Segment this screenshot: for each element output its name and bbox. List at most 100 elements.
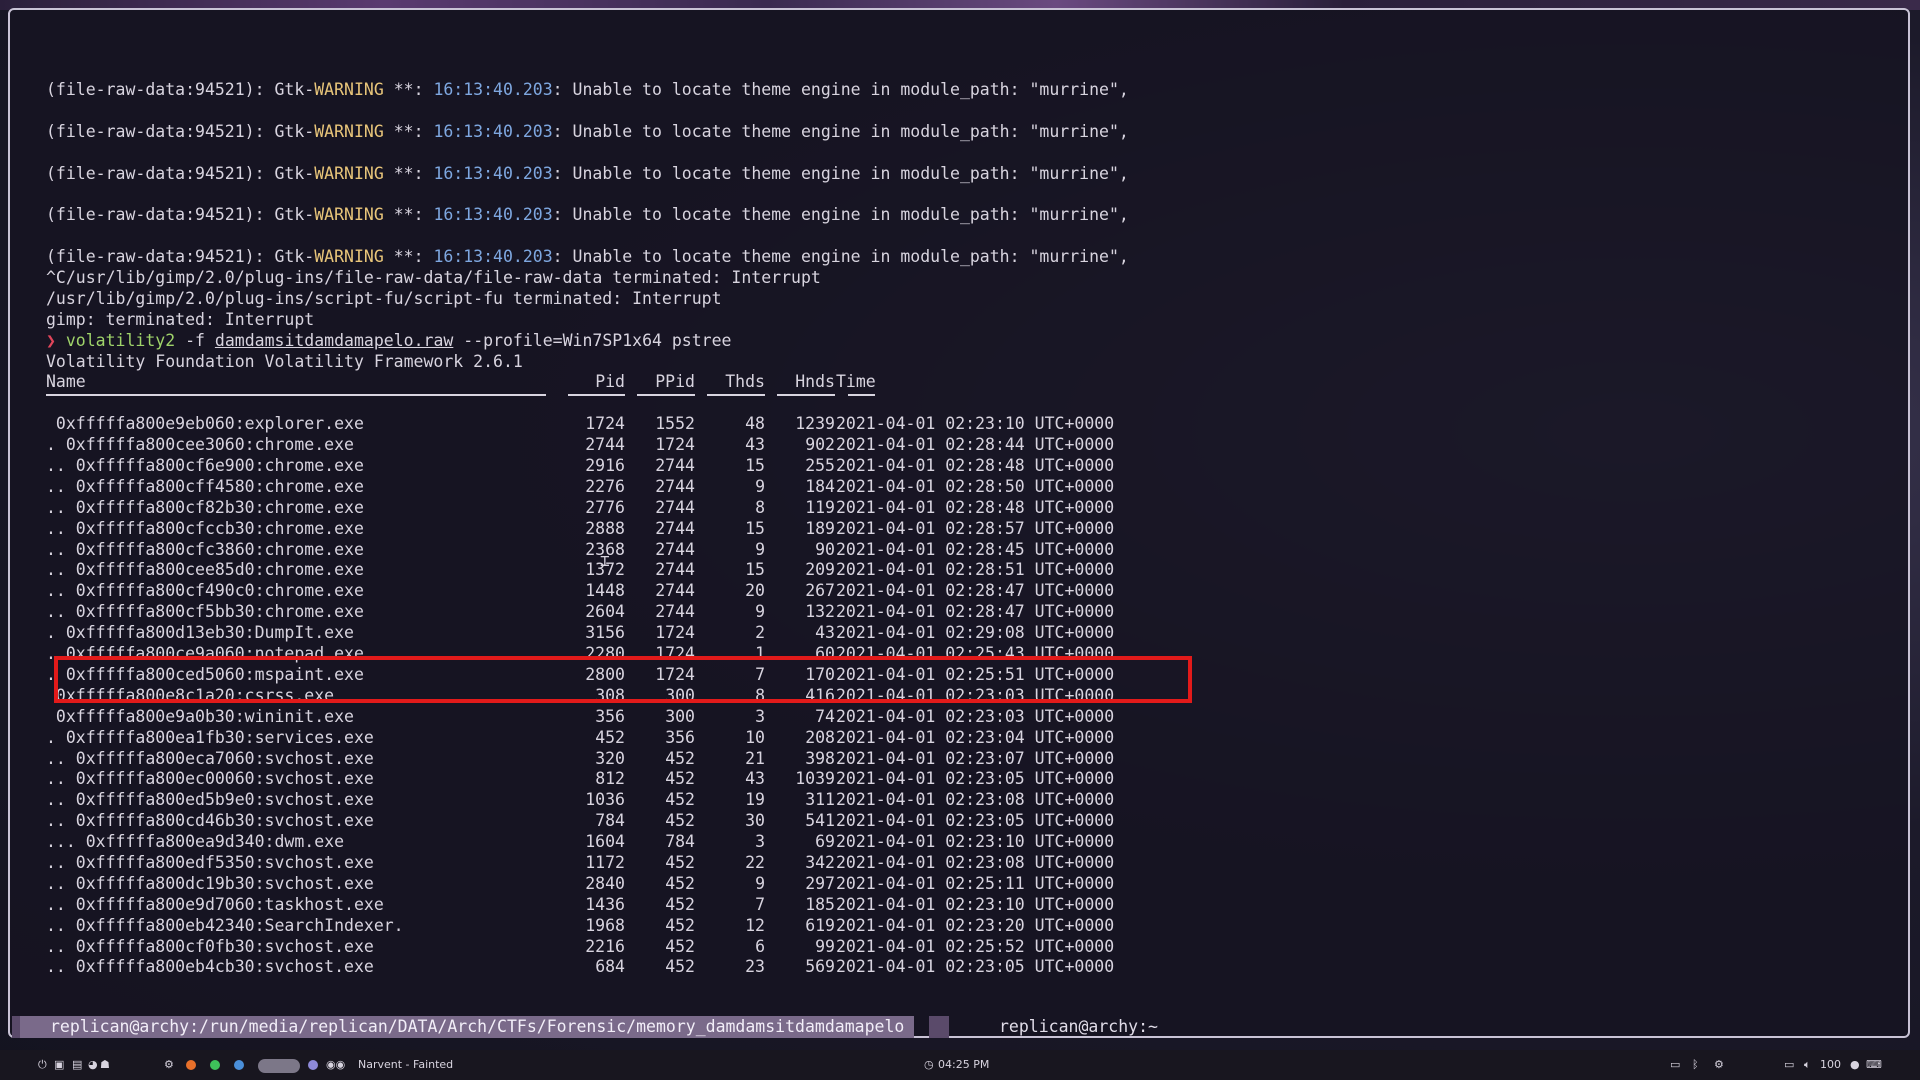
workspace-pill[interactable] [258, 1059, 300, 1073]
table-row: .. 0xfffffa800cfccb30:chrome.exe 2888 2744… [46, 519, 1888, 540]
cell-time: 2021-04-01 02:23:05 UTC+0000 [836, 957, 1115, 977]
warning-message: : Unable to locate theme engine in modul… [552, 163, 1129, 183]
tmux-window-home[interactable]: replican@archy:~ [999, 1016, 1158, 1038]
cell-pid: 784 [595, 811, 625, 831]
terminal-output[interactable]: (file-raw-data:94521): Gtk-WARNING **: 1… [46, 80, 1888, 978]
cell-time: 2021-04-01 02:28:45 UTC+0000 [836, 539, 1115, 559]
cell-hnds: 208 [805, 727, 835, 747]
cell-time: 2021-04-01 02:28:47 UTC+0000 [836, 602, 1115, 622]
table-row: .. 0xfffffa800eb42340:SearchIndexer. 1968… [46, 916, 1888, 937]
clock[interactable]: 04:25 PM [938, 1050, 989, 1080]
warning-time: 16:13:40.203 [433, 205, 553, 225]
cell-name: 0xfffffa800e9eb060:explorer.exe [46, 414, 364, 434]
cell-pid: 812 [595, 769, 625, 789]
discord-icon[interactable] [308, 1050, 321, 1080]
power-icon[interactable]: ⏻ [38, 1050, 47, 1080]
table-row: .. 0xfffffa800cf490c0:chrome.exe 1448 2744… [46, 581, 1888, 602]
header-rule [46, 394, 546, 396]
cell-name: .. 0xfffffa800dc19b30:svchost.exe [46, 873, 374, 893]
table-row: .. 0xfffffa800cfc3860:chrome.exe 2368 2744… [46, 540, 1888, 561]
header-hnds: Hnds [795, 372, 835, 392]
cell-hnds: 1239 [795, 414, 835, 434]
warning-line: (file-raw-data:94521): Gtk-WARNING **: 1… [46, 122, 1888, 143]
command-program: volatility2 [65, 330, 176, 350]
cell-hnds: 43 [815, 623, 835, 643]
firefox-icon[interactable] [186, 1050, 199, 1080]
table-row: .. 0xfffffa800cff4580:chrome.exe 2276 2744… [46, 477, 1888, 498]
table-row: .. 0xfffffa800cf5bb30:chrome.exe 2604 2744… [46, 602, 1888, 623]
cell-name: .. 0xfffffa800cf5bb30:chrome.exe [46, 602, 364, 622]
cell-hnds: 541 [805, 811, 835, 831]
cell-ppid: 784 [665, 832, 695, 852]
text-cursor-icon: ⌶ [600, 551, 610, 570]
cell-hnds: 132 [805, 602, 835, 622]
cell-time: 2021-04-01 02:28:48 UTC+0000 [836, 456, 1115, 476]
warning-prefix: (file-raw-data:94521): Gtk- [46, 163, 315, 183]
cell-pid: 320 [595, 748, 625, 768]
media-controls-icon[interactable]: ◉◉ [326, 1050, 345, 1080]
cell-thds: 15 [745, 456, 765, 476]
cell-thds: 15 [745, 518, 765, 538]
media-title: Narvent - Fainted [358, 1058, 454, 1071]
files-icon[interactable]: ▤ [72, 1050, 82, 1080]
cell-pid: 1036 [585, 790, 625, 810]
vscode-icon[interactable] [234, 1050, 247, 1080]
volume-level: 100 [1820, 1058, 1841, 1071]
cell-name: ... 0xfffffa800ea9d340:dwm.exe [46, 832, 345, 852]
cell-name: .. 0xfffffa800eb4cb30:svchost.exe [46, 957, 374, 977]
window-layout-icon[interactable]: ▣ [54, 1050, 64, 1080]
warning-time: 16:13:40.203 [433, 163, 553, 183]
cell-time: 2021-04-01 02:28:50 UTC+0000 [836, 476, 1115, 496]
header-name: Name [46, 372, 86, 392]
warning-mid: **: [383, 80, 434, 99]
terminal-window[interactable]: (file-raw-data:94521): Gtk-WARNING **: 1… [8, 8, 1910, 1038]
cell-time: 2021-04-01 02:23:04 UTC+0000 [836, 727, 1115, 747]
cell-pid: 1172 [585, 852, 625, 872]
spotify-icon[interactable] [210, 1050, 223, 1080]
cell-thds: 7 [755, 894, 765, 914]
cell-time: 2021-04-01 02:29:08 UTC+0000 [836, 623, 1115, 643]
tmux-separator [929, 1016, 949, 1038]
cell-thds: 23 [745, 957, 765, 977]
cell-name: .. 0xfffffa800eca7060:svchost.exe [46, 748, 374, 768]
cell-time: 2021-04-01 02:23:10 UTC+0000 [836, 414, 1115, 434]
volume-icon[interactable]: 🔈︎ [1804, 1050, 1811, 1080]
cell-hnds: 569 [805, 957, 835, 977]
warning-time: 16:13:40.203 [433, 247, 553, 267]
cell-thds: 19 [745, 790, 765, 810]
cell-name: .. 0xfffffa800cfc3860:chrome.exe [46, 539, 364, 559]
palette-icon[interactable]: ◕ [88, 1050, 98, 1080]
network-icon[interactable]: ⚙ [1714, 1050, 1724, 1080]
tmux-window-active[interactable]: replican@archy:/run/media/replican/DATA/… [20, 1016, 915, 1038]
bluetooth-icon[interactable]: ᛒ [1692, 1050, 1699, 1080]
cell-hnds: 189 [805, 518, 835, 538]
cell-hnds: 267 [805, 581, 835, 601]
cell-pid: 1436 [585, 894, 625, 914]
warning-line: (file-raw-data:94521): Gtk-WARNING **: 1… [46, 80, 1888, 101]
cell-thds: 43 [745, 769, 765, 789]
arch-icon[interactable]: ⚙ [164, 1050, 174, 1080]
lock-icon[interactable]: ☗ [100, 1050, 110, 1080]
display-icon[interactable]: ▭ [1670, 1050, 1680, 1080]
cell-ppid: 452 [665, 748, 695, 768]
cell-hnds: 1039 [795, 769, 835, 789]
keyboard-icon[interactable]: ⌨ [1866, 1050, 1882, 1080]
cell-name: .. 0xfffffa800ec00060:svchost.exe [46, 769, 374, 789]
cell-pid: 2216 [585, 936, 625, 956]
cell-ppid: 1724 [655, 435, 695, 455]
command-file: damdamsitdamdamapelo.raw [214, 330, 454, 350]
cell-name: .. 0xfffffa800cff4580:chrome.exe [46, 476, 364, 496]
cell-pid: 2604 [585, 602, 625, 622]
header-pid: Pid [595, 372, 625, 392]
mic-icon[interactable]: ● [1850, 1050, 1860, 1080]
cell-hnds: 185 [805, 894, 835, 914]
screen-icon[interactable]: ▭ [1784, 1050, 1794, 1080]
table-row: .. 0xfffffa800cd46b30:svchost.exe 784 452 3… [46, 811, 1888, 832]
table-row: .. 0xfffffa800e9d7060:taskhost.exe 1436 45… [46, 895, 1888, 916]
header-ppid: PPid [655, 372, 695, 392]
cell-name: . 0xfffffa800ea1fb30:services.exe [46, 727, 374, 747]
interrupt-line: gimp: terminated: Interrupt [46, 309, 315, 329]
warning-time: 16:13:40.203 [433, 80, 553, 99]
cell-name: 0xfffffa800e9a0b30:wininit.exe [46, 706, 354, 726]
cell-thds: 3 [755, 832, 765, 852]
